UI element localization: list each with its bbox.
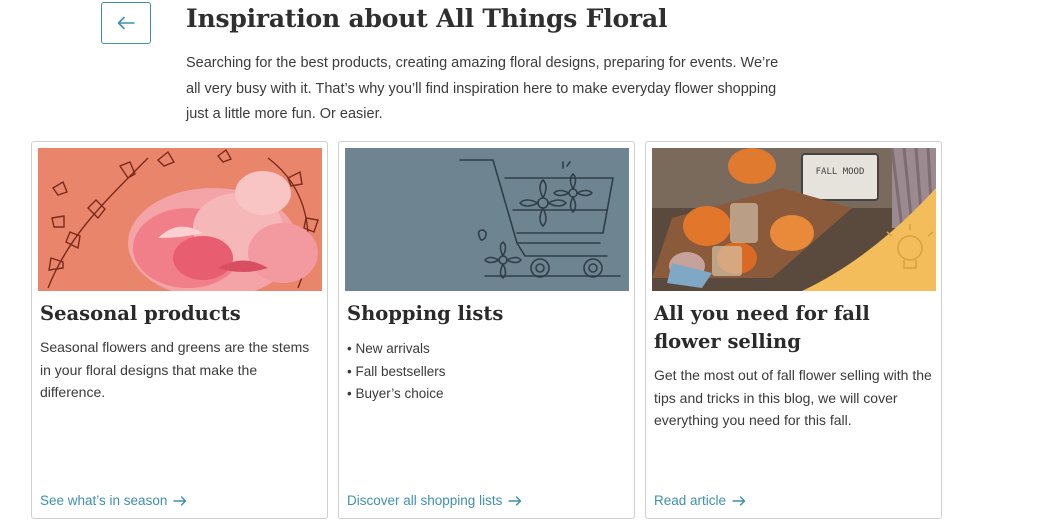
arrow-left-icon: [117, 16, 135, 30]
arrow-right-icon: [508, 495, 522, 506]
card-title: All you need for fall flower selling: [654, 302, 870, 353]
card-fall-flower-selling: FALL MOOD All you need for fall flower s…: [645, 141, 942, 519]
shopping-image: [345, 148, 629, 291]
sign-text: FALL MOOD: [816, 167, 865, 177]
card-link-label: Read article: [654, 493, 727, 508]
list-item: Fall bestsellers: [347, 361, 445, 384]
arrow-right-icon: [732, 495, 746, 506]
page-title: Inspiration about All Things Floral: [186, 4, 668, 33]
shopping-list-items: New arrivals Fall bestsellers Buyer’s ch…: [347, 338, 446, 406]
shopping-cart-illustration-icon: [345, 148, 629, 291]
card-description: Get the most out of fall flower selling …: [654, 367, 932, 428]
card-shopping-lists: Shopping lists New arrivals Fall bestsel…: [338, 141, 635, 519]
card-link-label: See what’s in season: [40, 493, 168, 508]
card-link-label: Discover all shopping lists: [347, 493, 503, 508]
card-description: Seasonal flowers and greens are the stem…: [40, 339, 310, 400]
list-item: Buyer’s choice: [347, 383, 446, 406]
seasonal-image: [38, 148, 322, 291]
read-article-link[interactable]: Read article: [654, 493, 746, 508]
list-item: New arrivals: [347, 338, 446, 361]
fall-image: FALL MOOD: [652, 148, 936, 291]
page-intro: Searching for the best products, creatin…: [186, 55, 779, 122]
peony-illustration-icon: [38, 148, 322, 291]
see-whats-in-season-link[interactable]: See what’s in season: [40, 493, 187, 508]
arrow-right-icon: [173, 495, 187, 506]
card-title: Shopping lists: [347, 302, 504, 325]
card-seasonal-products: Seasonal products Seasonal flowers and g…: [31, 141, 328, 519]
discover-shopping-lists-link[interactable]: Discover all shopping lists: [347, 493, 522, 508]
back-button[interactable]: [101, 2, 151, 44]
card-title: Seasonal products: [40, 302, 241, 325]
fall-decor-photo-icon: FALL MOOD: [652, 148, 936, 291]
